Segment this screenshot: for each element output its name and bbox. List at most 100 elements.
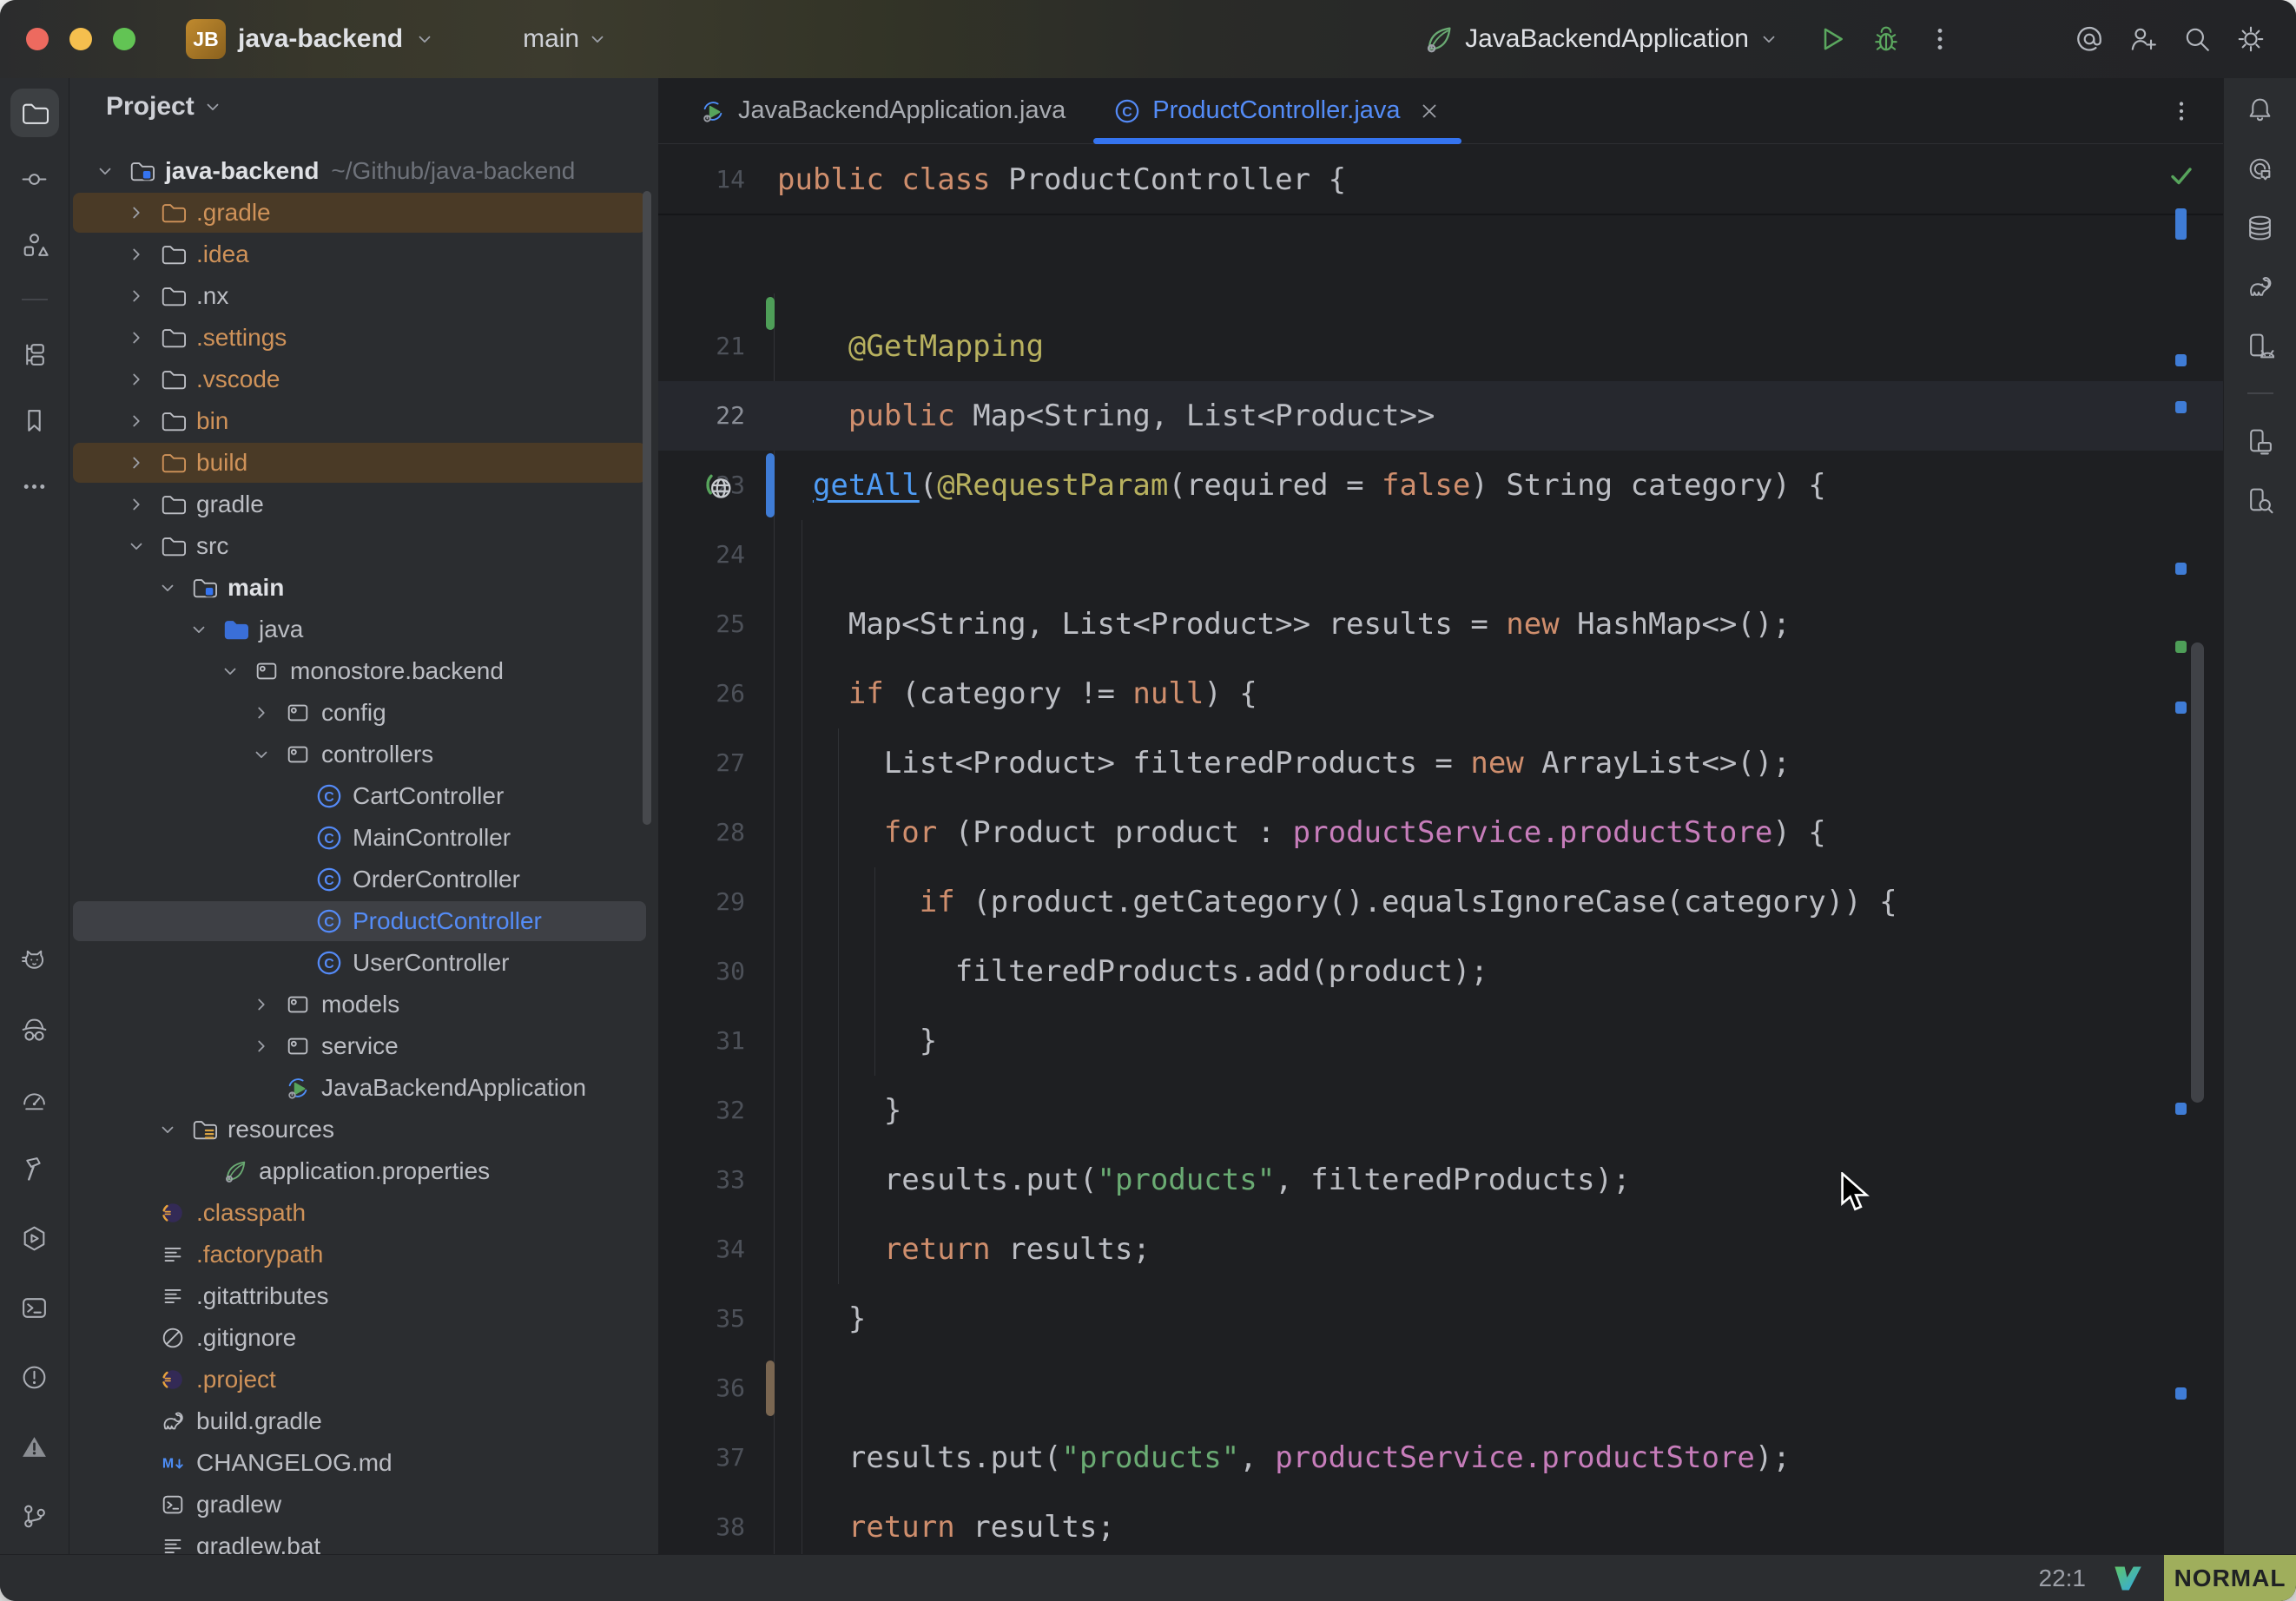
- code-line-25[interactable]: 25 Map<String, List<Product>> results = …: [658, 590, 2223, 659]
- chevron-right-icon[interactable]: [120, 283, 153, 309]
- tree-item-gradlew-bat[interactable]: gradlew.bat: [69, 1525, 658, 1554]
- tool-window-button-ai-assistant[interactable]: [2236, 144, 2285, 193]
- chevron-right-icon[interactable]: [120, 366, 153, 392]
- search-everywhere-button[interactable]: [2174, 16, 2220, 62]
- tree-item-gradle[interactable]: gradle: [69, 484, 658, 525]
- code-line-28[interactable]: 28 for (Product product : productService…: [658, 798, 2223, 867]
- tool-window-button-structure[interactable]: [10, 221, 59, 269]
- tree-item--vscode[interactable]: .vscode: [69, 359, 658, 400]
- inspections-ok-icon[interactable]: [2167, 161, 2195, 189]
- tool-window-button-database[interactable]: [2236, 203, 2285, 252]
- tree-item--gradle[interactable]: .gradle: [69, 192, 658, 234]
- chevron-right-icon[interactable]: [120, 450, 153, 476]
- line-number[interactable]: 28: [658, 798, 745, 867]
- tool-window-button-services[interactable]: [10, 1214, 59, 1262]
- tree-item--nx[interactable]: .nx: [69, 275, 658, 317]
- chevron-right-icon[interactable]: [120, 325, 153, 351]
- vcs-modified-marker[interactable]: [766, 453, 775, 517]
- vcs-changed-marker[interactable]: [766, 1361, 775, 1416]
- line-number[interactable]: 26: [658, 659, 745, 728]
- tab-list-options-button[interactable]: [2162, 92, 2200, 130]
- tree-item--gitattributes[interactable]: .gitattributes: [69, 1275, 658, 1317]
- line-number[interactable]: 31: [658, 1006, 745, 1076]
- tree-item-build-gradle[interactable]: build.gradle: [69, 1400, 658, 1442]
- tool-window-button-running-devices[interactable]: [2236, 321, 2285, 370]
- tool-window-button-github-copilot[interactable]: [10, 936, 59, 985]
- tab-productcontroller-java[interactable]: CProductController.java: [1090, 78, 1464, 143]
- code-line-38[interactable]: 38 return results;: [658, 1492, 2223, 1554]
- tool-window-button-gradle[interactable]: [2236, 262, 2285, 311]
- chevron-down-icon[interactable]: [214, 658, 247, 684]
- tool-window-button-bookmarks[interactable]: [10, 396, 59, 445]
- error-stripe-mark[interactable]: [2175, 702, 2187, 714]
- chevron-right-icon[interactable]: [120, 408, 153, 434]
- project-panel-header[interactable]: Project: [69, 78, 658, 135]
- tool-window-button-device-monitor[interactable]: [2236, 476, 2285, 524]
- tree-item-config[interactable]: config: [69, 692, 658, 734]
- code-line-32[interactable]: 32 }: [658, 1076, 2223, 1145]
- chevron-down-icon[interactable]: [182, 616, 215, 642]
- error-stripe-mark[interactable]: [2175, 1387, 2187, 1400]
- tool-window-button-terminal[interactable]: [10, 1283, 59, 1332]
- tool-window-button-endpoints[interactable]: [10, 1005, 59, 1054]
- code-with-me-button[interactable]: [2121, 16, 2166, 62]
- tree-item-models[interactable]: models: [69, 984, 658, 1025]
- line-number[interactable]: 35: [658, 1284, 745, 1354]
- tree-item-cartcontroller[interactable]: CCartController: [69, 775, 658, 817]
- error-stripe-mark[interactable]: [2175, 401, 2187, 413]
- line-number[interactable]: 37: [658, 1423, 745, 1492]
- code-line-35[interactable]: 35 }: [658, 1284, 2223, 1354]
- tree-item-build[interactable]: build: [69, 442, 658, 484]
- debug-button[interactable]: [1864, 16, 1909, 62]
- line-number[interactable]: 21: [658, 312, 745, 381]
- line-number[interactable]: 30: [658, 937, 745, 1006]
- tree-item-usercontroller[interactable]: CUserController: [69, 942, 658, 984]
- tree-item--factorypath[interactable]: .factorypath: [69, 1234, 658, 1275]
- tree-item--gitignore[interactable]: .gitignore: [69, 1317, 658, 1359]
- tool-window-button-build[interactable]: [10, 1144, 59, 1193]
- tree-item-src[interactable]: src: [69, 525, 658, 567]
- line-number[interactable]: 25: [658, 590, 745, 659]
- tree-item-changelog-md[interactable]: MCHANGELOG.md: [69, 1442, 658, 1484]
- close-icon[interactable]: [1418, 100, 1441, 122]
- tool-window-button-version-control[interactable]: [10, 1492, 59, 1540]
- code-line-27[interactable]: 27 List<Product> filteredProducts = new …: [658, 728, 2223, 798]
- project-widget[interactable]: JB java-backend: [186, 19, 434, 59]
- run-button[interactable]: [1810, 16, 1855, 62]
- code-line-23[interactable]: 23 getAll(@RequestParam(required = false…: [658, 451, 2223, 520]
- chevron-down-icon[interactable]: [151, 1117, 184, 1143]
- chevron-down-icon[interactable]: [120, 533, 153, 559]
- tool-window-button-problems[interactable]: [10, 1353, 59, 1401]
- tool-window-button-warnings[interactable]: [10, 1422, 59, 1471]
- chevron-right-icon[interactable]: [245, 1033, 278, 1059]
- tree-item--project[interactable]: .project: [69, 1359, 658, 1400]
- code-line-26[interactable]: 26 if (category != null) {: [658, 659, 2223, 728]
- tree-item-bin[interactable]: bin: [69, 400, 658, 442]
- code-line-22[interactable]: 22 public Map<String, List<Product>>: [658, 381, 2223, 451]
- line-number[interactable]: 27: [658, 728, 745, 798]
- chevron-right-icon[interactable]: [120, 491, 153, 517]
- tree-item-ordercontroller[interactable]: COrderController: [69, 859, 658, 900]
- code-line-24[interactable]: 24: [658, 520, 2223, 590]
- tree-item-maincontroller[interactable]: CMainController: [69, 817, 658, 859]
- line-number[interactable]: 22: [658, 381, 745, 451]
- tree-item-gradlew[interactable]: gradlew: [69, 1484, 658, 1525]
- tree-item-javabackendapplication[interactable]: JavaBackendApplication: [69, 1067, 658, 1109]
- tree-item-productcontroller[interactable]: CProductController: [69, 900, 658, 942]
- code-line-36[interactable]: 36: [658, 1354, 2223, 1423]
- tree-item-service[interactable]: service: [69, 1025, 658, 1067]
- ai-assistant-button[interactable]: [2067, 16, 2112, 62]
- error-stripe-mark[interactable]: [2175, 1103, 2187, 1115]
- tool-window-button-more-tool-windows[interactable]: [10, 462, 59, 511]
- rest-endpoint-globe-icon[interactable]: [703, 470, 735, 501]
- vcs-branch-widget[interactable]: main: [486, 24, 607, 54]
- editor-scrollbar[interactable]: [2191, 642, 2204, 1103]
- tree-item-resources[interactable]: resources: [69, 1109, 658, 1150]
- code-line-30[interactable]: 30 filteredProducts.add(product);: [658, 937, 2223, 1006]
- tree-scrollbar[interactable]: [643, 191, 651, 825]
- tree-item--settings[interactable]: .settings: [69, 317, 658, 359]
- tree-item-controllers[interactable]: controllers: [69, 734, 658, 775]
- line-number[interactable]: 32: [658, 1076, 745, 1145]
- tool-window-button-project[interactable]: [10, 89, 59, 137]
- more-actions-button[interactable]: [1917, 16, 1963, 62]
